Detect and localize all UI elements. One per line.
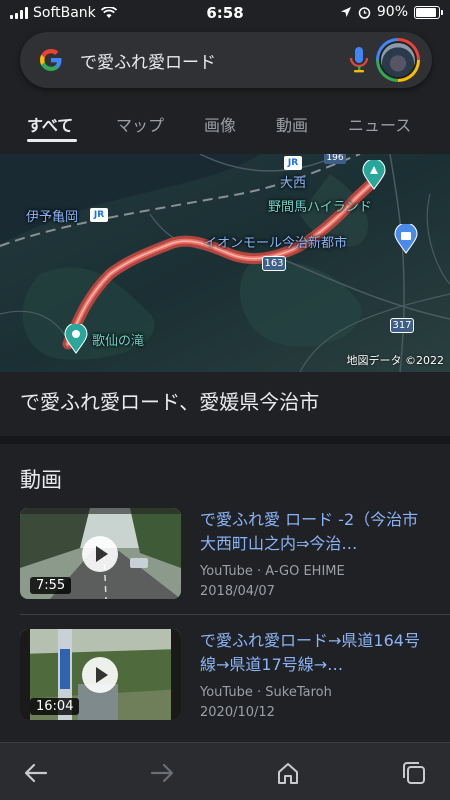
- google-logo-icon[interactable]: [38, 47, 64, 73]
- status-bar: SoftBank 6:58 90%: [0, 0, 450, 26]
- tab-videos[interactable]: 動画: [276, 112, 308, 136]
- map-label-onishi[interactable]: 大西: [280, 172, 306, 191]
- map-label-aeon-mall[interactable]: イオンモール今治新都市: [204, 232, 347, 251]
- search-query-text[interactable]: で愛ふれ愛ロード: [80, 48, 216, 73]
- video-source: YouTube · SukeTaroh: [200, 685, 332, 700]
- video-thumbnail[interactable]: 7:55: [20, 508, 181, 599]
- jr-station-icon: JR: [90, 208, 108, 222]
- play-button-icon[interactable]: [82, 536, 118, 572]
- map-label-noma-highland[interactable]: 野間馬ハイランド: [268, 196, 372, 215]
- tab-maps[interactable]: マップ: [116, 112, 164, 136]
- map-label-iyo-kameoka[interactable]: 伊予亀岡: [26, 206, 78, 225]
- shopping-pin-icon[interactable]: [394, 224, 418, 254]
- video-title-link[interactable]: で愛ふれ愛ロード→県道164号線→県道17号線→…: [200, 629, 434, 677]
- video-date: 2020/10/12: [200, 705, 275, 720]
- map-preview[interactable]: JR JR 196 163 317 伊予亀岡 大西 野間馬ハイランド イオンモー…: [0, 154, 450, 372]
- attraction-pin-icon[interactable]: [362, 160, 386, 190]
- active-tab-indicator: [27, 139, 77, 142]
- search-bar[interactable]: で愛ふれ愛ロード: [20, 32, 432, 88]
- nature-pin-icon[interactable]: [64, 324, 88, 354]
- row-divider: [20, 614, 450, 615]
- video-thumbnail[interactable]: 16:04: [20, 629, 181, 720]
- tabs-icon[interactable]: [400, 759, 428, 787]
- account-avatar[interactable]: [376, 38, 420, 82]
- video-duration: 7:55: [30, 577, 72, 594]
- profile-photo: [381, 43, 415, 77]
- tab-all[interactable]: すべて: [27, 112, 73, 136]
- video-result[interactable]: 7:55 で愛ふれ愛 ロード -2（今治市大西町山之内⇒今治… YouTube …: [0, 508, 450, 618]
- video-source: YouTube · A-GO EHIME: [200, 564, 345, 579]
- video-result[interactable]: 16:04 で愛ふれ愛ロード→県道164号線→県道17号線→… YouTube …: [0, 629, 450, 739]
- home-icon[interactable]: [274, 759, 302, 787]
- section-divider: [0, 436, 450, 444]
- video-date: 2018/04/07: [200, 584, 275, 599]
- battery-icon: [414, 5, 443, 19]
- status-right: 90%: [340, 4, 443, 20]
- forward-arrow-icon[interactable]: [148, 759, 176, 787]
- microphone-icon[interactable]: [348, 45, 370, 75]
- tab-images[interactable]: 画像: [204, 112, 236, 136]
- road-shield-163: 163: [262, 256, 286, 271]
- play-button-icon[interactable]: [82, 657, 118, 693]
- map-label-kasen-falls[interactable]: 歌仙の滝: [92, 330, 144, 349]
- search-tabs: すべて マップ 画像 動画 ニュース: [0, 108, 450, 148]
- video-title-link[interactable]: で愛ふれ愛 ロード -2（今治市大西町山之内⇒今治…: [200, 508, 434, 556]
- videos-section-title: 動画: [20, 468, 62, 492]
- road-shield-317: 317: [390, 318, 414, 333]
- place-title[interactable]: で愛ふれ愛ロード、愛媛県今治市: [20, 386, 319, 415]
- video-duration: 16:04: [30, 698, 80, 715]
- road-shield-196: 196: [324, 154, 346, 164]
- map-data-credit: 地図データ ©2022: [346, 354, 445, 367]
- alarm-icon: [358, 6, 371, 19]
- jr-station-icon: JR: [284, 156, 302, 170]
- battery-percent: 90%: [376, 4, 408, 20]
- browser-toolbar: [0, 742, 450, 800]
- back-arrow-icon[interactable]: [22, 759, 50, 787]
- tab-news[interactable]: ニュース: [348, 112, 411, 136]
- location-arrow-icon: [340, 7, 351, 17]
